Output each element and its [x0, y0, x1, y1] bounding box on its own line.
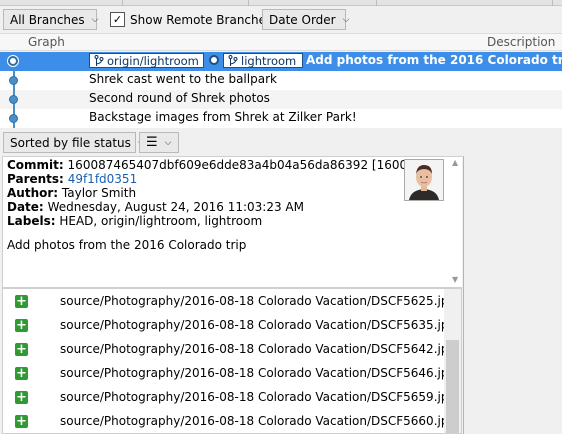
commit-node-head: [8, 56, 18, 66]
file-item[interactable]: + source/Photography/2016-08-18 Colorado…: [3, 313, 456, 337]
file-added-icon: +: [15, 341, 28, 357]
file-added-icon: +: [15, 389, 28, 405]
history-toolbar: All Branches ⌵ ✓ Show Remote Branches Da…: [0, 6, 562, 33]
head-marker-icon: [209, 55, 219, 65]
files-toolbar: Sorted by file status ⌵ ☰ ⌵: [0, 129, 562, 156]
commit-date: Wednesday, August 24, 2016 11:03:23 AM: [47, 200, 304, 214]
commit-message: Second round of Shrek photos: [89, 91, 270, 105]
commit-row[interactable]: Second round of Shrek photos: [0, 90, 562, 109]
commit-node: [9, 114, 18, 123]
author-avatar: [404, 159, 444, 201]
file-path: source/Photography/2016-08-18 Colorado V…: [60, 294, 457, 308]
file-item[interactable]: + source/Photography/2016-08-18 Colorado…: [3, 385, 456, 409]
sort-dropdown-label: Sorted by file status: [10, 135, 131, 150]
file-added-icon: +: [15, 293, 28, 309]
file-added-icon: +: [15, 317, 28, 333]
branch-badge-label: lightroom: [241, 53, 297, 68]
branch-icon: [94, 54, 104, 66]
commit-message: Add photos from the 2016 Colorado trip: [306, 53, 562, 67]
show-remote-checkbox[interactable]: ✓ Show Remote Branches: [110, 10, 272, 29]
files-scrollbar-thumb[interactable]: [446, 340, 459, 433]
author-name: Taylor Smith: [61, 186, 137, 200]
commit-labels: HEAD, origin/lightroom, lightroom: [59, 214, 263, 228]
parent-hash-link[interactable]: 49f1fd0351: [68, 172, 138, 186]
file-path: source/Photography/2016-08-18 Colorado V…: [60, 342, 457, 356]
graph-column-title[interactable]: Graph: [28, 35, 65, 49]
commit-label: Commit:: [7, 158, 64, 172]
chevron-down-icon: ⌵: [342, 14, 350, 25]
branches-dropdown-label: All Branches: [10, 12, 85, 27]
file-item[interactable]: + source/Photography/2016-08-18 Colorado…: [3, 409, 456, 433]
labels-label: Labels:: [7, 214, 56, 228]
commit-full-message: Add photos from the 2016 Colorado trip: [7, 238, 247, 252]
file-item[interactable]: + source/Photography/2016-08-18 Colorado…: [3, 337, 456, 361]
parents-label: Parents:: [7, 172, 64, 186]
file-item[interactable]: + source/Photography/2016-08-18 Colorado…: [3, 289, 456, 313]
description-column-title[interactable]: Description: [487, 35, 555, 49]
branch-badge-remote[interactable]: origin/lightroom: [89, 53, 204, 68]
file-path: source/Photography/2016-08-18 Colorado V…: [60, 390, 457, 404]
details-scrollbar[interactable]: ▲ ▼: [450, 157, 462, 287]
commit-message: Backstage images from Shrek at Zilker Pa…: [89, 110, 357, 124]
changed-files-list: + source/Photography/2016-08-18 Colorado…: [2, 288, 462, 434]
order-dropdown[interactable]: Date Order ⌵: [262, 9, 349, 30]
branch-badge-label: origin/lightroom: [107, 53, 199, 68]
commit-details-panel: Commit: 160087465407dbf609e6dde83a4b04a5…: [2, 156, 462, 288]
author-label: Author:: [7, 186, 59, 200]
list-icon: ☰: [146, 135, 158, 150]
order-dropdown-label: Date Order: [269, 12, 336, 27]
view-mode-dropdown[interactable]: ☰ ⌵: [139, 132, 179, 153]
file-added-icon: +: [15, 413, 28, 429]
commit-row[interactable]: Shrek cast went to the ballpark: [0, 71, 562, 90]
commit-node: [9, 95, 18, 104]
commit-row[interactable]: Backstage images from Shrek at Zilker Pa…: [0, 109, 562, 128]
scroll-down-icon[interactable]: ▼: [452, 275, 458, 284]
date-label: Date:: [7, 200, 44, 214]
checkmark-icon: ✓: [110, 12, 125, 27]
commit-hash[interactable]: 160087465407dbf609e6dde83a4b04a56da86392…: [68, 158, 435, 172]
file-added-icon: +: [15, 365, 28, 381]
commit-message: Shrek cast went to the ballpark: [89, 72, 277, 86]
sort-dropdown[interactable]: Sorted by file status ⌵: [3, 132, 145, 153]
scroll-up-icon[interactable]: ▲: [452, 158, 458, 167]
file-path: source/Photography/2016-08-18 Colorado V…: [60, 318, 457, 332]
graph-column-header: Graph Description: [0, 33, 562, 51]
chevron-down-icon: ⌵: [91, 14, 99, 25]
file-item[interactable]: + source/Photography/2016-08-18 Colorado…: [3, 361, 456, 385]
branch-icon: [228, 54, 238, 66]
file-path: source/Photography/2016-08-18 Colorado V…: [60, 414, 457, 428]
diff-panel: [463, 156, 562, 434]
show-remote-label: Show Remote Branches: [130, 12, 273, 27]
file-path: source/Photography/2016-08-18 Colorado V…: [60, 366, 457, 380]
chevron-down-icon: ⌵: [164, 137, 172, 148]
commit-node: [9, 76, 18, 85]
branches-dropdown[interactable]: All Branches ⌵: [3, 9, 99, 30]
branch-badge-local[interactable]: lightroom: [223, 53, 303, 68]
